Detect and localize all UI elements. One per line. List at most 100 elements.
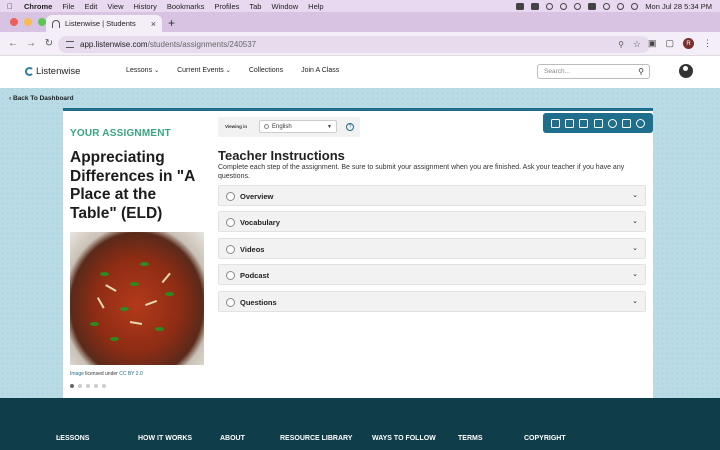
profile-avatar[interactable]: R [683, 38, 694, 49]
menubar-clock[interactable]: Mon Jul 28 5:34 PM [645, 2, 712, 11]
footer-resource-library[interactable]: RESOURCE LIBRARY [280, 435, 352, 442]
carousel-dot[interactable] [78, 384, 82, 388]
search-input[interactable]: Search... ⚲ [537, 64, 650, 79]
battery-icon[interactable] [588, 2, 597, 10]
control-center-icon[interactable] [617, 2, 625, 10]
headphones-icon [52, 19, 60, 28]
address-bar[interactable]: app.listenwise.com/students/assignments/… [58, 36, 650, 53]
carousel-dot[interactable] [102, 384, 106, 388]
step-videos[interactable]: Videos ⌄ [218, 238, 646, 259]
back-arrow-icon[interactable]: ← [8, 38, 18, 49]
status-app-icon[interactable] [546, 2, 554, 10]
pause-icon[interactable] [579, 118, 589, 128]
teacher-instructions-title: Teacher Instructions [218, 148, 345, 163]
wifi-icon[interactable] [603, 2, 611, 10]
more-menu-icon[interactable]: ⋮ [703, 38, 712, 49]
menu-history[interactable]: History [134, 2, 157, 11]
search-placeholder: Search... [544, 68, 571, 75]
assignment-heading: YOUR ASSIGNMENT [70, 128, 171, 139]
site-logo[interactable]: Listenwise [25, 66, 80, 77]
carousel-dot[interactable] [70, 384, 74, 388]
menu-bookmarks[interactable]: Bookmarks [167, 2, 205, 11]
siri-icon[interactable] [631, 2, 639, 10]
assignment-card: YOUR ASSIGNMENT Appreciating Differences… [63, 108, 653, 398]
nav-current-events[interactable]: Current Events ⌄ [177, 67, 231, 74]
zoom-icon[interactable]: ⚲ [618, 40, 624, 49]
notes-icon[interactable] [621, 118, 631, 128]
caption-text: licensed under [83, 371, 120, 377]
site-info-icon[interactable] [66, 41, 74, 48]
user-account-icon[interactable] [679, 64, 693, 78]
menu-file[interactable]: File [62, 2, 74, 11]
window-zoom-button[interactable] [38, 18, 46, 26]
reload-icon[interactable]: ↻ [44, 38, 54, 49]
assignment-title: Appreciating Differences in "A Place at … [70, 149, 195, 222]
status-app-icon[interactable] [560, 2, 568, 10]
footer-ways-to-follow[interactable]: WAYS TO FOLLOW [372, 435, 436, 442]
back-to-dashboard-link[interactable]: ‹ Back To Dashboard [9, 95, 74, 102]
stop-icon[interactable] [565, 118, 575, 128]
license-link[interactable]: CC BY 2.0 [119, 371, 143, 377]
step-questions[interactable]: Questions ⌄ [218, 291, 646, 312]
window-close-button[interactable] [10, 18, 18, 26]
chevron-down-icon: ▼ [327, 123, 332, 130]
nav-lessons[interactable]: Lessons ⌄ [126, 67, 159, 74]
new-tab-button[interactable]: + [168, 16, 175, 30]
window-minimize-button[interactable] [24, 18, 32, 26]
footer-how-it-works[interactable]: HOW IT WORKS [138, 435, 192, 442]
menu-view[interactable]: View [107, 2, 123, 11]
apple-icon[interactable]:  [7, 2, 15, 11]
bookmark-star-icon[interactable]: ☆ [633, 39, 641, 50]
help-icon[interactable]: ? [346, 123, 354, 131]
step-vocabulary[interactable]: Vocabulary ⌄ [218, 211, 646, 232]
sidebar-icon[interactable]: ▢ [665, 38, 674, 49]
menu-help[interactable]: Help [308, 2, 323, 11]
browser-tab[interactable]: Listenwise | Students × [46, 15, 162, 32]
chevron-down-icon: ⌄ [632, 271, 638, 278]
chevron-down-icon: ⌄ [632, 192, 638, 199]
carousel-dot[interactable] [94, 384, 98, 388]
language-value: English [272, 123, 292, 130]
footer-copyright[interactable]: COPYRIGHT [524, 435, 566, 442]
step-label: Questions [240, 298, 277, 307]
chevron-down-icon: ⌄ [632, 245, 638, 252]
cast-icon[interactable]: ▣ [648, 38, 657, 49]
carousel-dot[interactable] [86, 384, 90, 388]
menu-tab[interactable]: Tab [249, 2, 261, 11]
nav-label: Current Events [177, 67, 224, 74]
browser-tabbar: Listenwise | Students × + [0, 12, 720, 32]
back-link-label: Back To Dashboard [12, 95, 74, 102]
step-status-circle [226, 244, 235, 254]
status-app-icon[interactable] [516, 2, 525, 10]
footer-about[interactable]: ABOUT [220, 435, 245, 442]
menu-app-name[interactable]: Chrome [24, 2, 52, 11]
globe-icon[interactable] [607, 118, 617, 128]
nav-collections[interactable]: Collections [249, 67, 283, 74]
settings-icon[interactable] [635, 118, 645, 128]
image-link[interactable]: Image [70, 371, 84, 377]
step-status-circle [226, 297, 235, 307]
play-icon[interactable] [551, 118, 561, 128]
tab-close-icon[interactable]: × [151, 19, 156, 29]
tab-title: Listenwise | Students [65, 19, 136, 28]
step-overview[interactable]: Overview ⌄ [218, 185, 646, 206]
bluetooth-icon[interactable] [574, 2, 582, 10]
book-icon[interactable] [593, 118, 603, 128]
forward-arrow-icon[interactable]: → [26, 38, 36, 49]
nav-label: Lessons [126, 67, 153, 74]
reader-toolbar [543, 113, 653, 133]
menu-edit[interactable]: Edit [84, 2, 97, 11]
nav-join-class[interactable]: Join A Class [301, 67, 339, 74]
status-app-icon[interactable] [531, 2, 540, 10]
site-footer: ∩ LESSONS HOW IT WORKS ABOUT RESOURCE LI… [0, 398, 720, 450]
step-status-circle [226, 217, 235, 227]
logo-text: Listenwise [36, 66, 81, 77]
footer-terms[interactable]: TERMS [458, 435, 483, 442]
step-podcast[interactable]: Podcast ⌄ [218, 264, 646, 285]
menu-profiles[interactable]: Profiles [214, 2, 239, 11]
language-select[interactable]: English ▼ [259, 120, 337, 133]
search-icon[interactable]: ⚲ [638, 67, 644, 76]
teacher-instructions-text: Complete each step of the assignment. Be… [218, 164, 625, 180]
main-nav: Lessons ⌄ Current Events ⌄ Collections Joi… [126, 67, 339, 74]
menu-window[interactable]: Window [271, 2, 298, 11]
